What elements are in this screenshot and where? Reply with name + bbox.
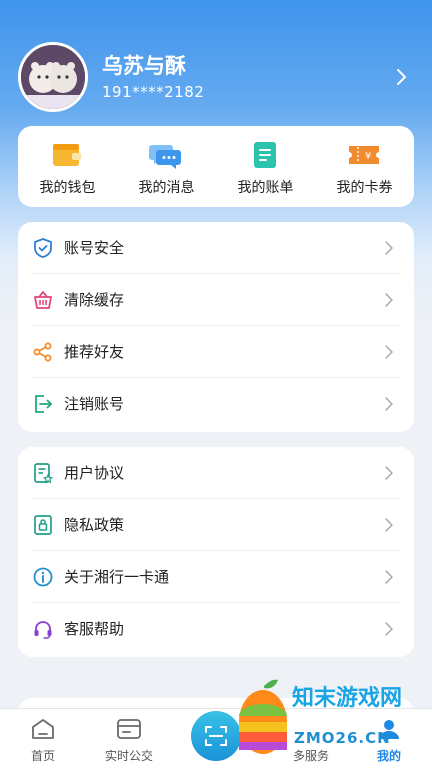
user-phone: 191****2182: [102, 83, 205, 101]
chevron-right-icon: [385, 518, 393, 532]
basket-icon: [34, 291, 52, 309]
shield-icon: [34, 238, 52, 258]
menu-item-recommend-friends[interactable]: 推荐好友: [18, 326, 414, 378]
bus-card-icon: [117, 719, 141, 739]
chevron-right-icon: [385, 622, 393, 636]
apple-logo-icon: [239, 679, 287, 754]
menu-item-label: 隐私政策: [64, 516, 125, 534]
menu-item-label: 账号安全: [64, 239, 125, 257]
wallet-icon: [53, 144, 81, 166]
messages-button[interactable]: 我的消息: [117, 126, 216, 207]
avatar-image: [21, 45, 85, 109]
chevron-right-icon: [385, 397, 393, 411]
coupon-icon: ¥: [349, 146, 379, 164]
menu-item-privacy-policy[interactable]: 隐私政策: [18, 499, 414, 551]
bills-button[interactable]: 我的账单: [216, 126, 315, 207]
menu-item-label: 推荐好友: [64, 343, 125, 361]
bills-label: 我的账单: [237, 180, 294, 196]
tab-label: 实时公交: [104, 749, 153, 763]
agreement-icon: [34, 463, 54, 484]
chevron-right-icon: [385, 570, 393, 584]
menu-item-clear-cache[interactable]: 清除缓存: [18, 274, 414, 326]
wallet-label: 我的钱包: [39, 180, 96, 196]
tab-realtime-bus[interactable]: 实时公交: [86, 709, 172, 769]
messages-label: 我的消息: [138, 180, 195, 196]
watermark-url: ZMO26.CN: [294, 729, 391, 747]
menu-item-label: 客服帮助: [64, 620, 125, 638]
chevron-right-icon: [385, 466, 393, 480]
menu-item-label: 关于湘行一卡通: [64, 568, 170, 586]
share-icon: [33, 342, 52, 362]
user-name: 乌苏与酥: [102, 54, 186, 78]
menu-item-label: 用户协议: [64, 464, 125, 482]
chevron-right-icon[interactable]: [390, 66, 412, 88]
profile-header[interactable]: 乌苏与酥 191****2182: [18, 42, 418, 112]
bill-icon: [254, 142, 276, 168]
privacy-icon: [34, 515, 52, 535]
message-icon: [149, 145, 181, 169]
menu-item-deregister-account[interactable]: 注销账号: [18, 378, 414, 430]
svg-text:¥: ¥: [365, 151, 371, 162]
menu-item-user-agreement[interactable]: 用户协议: [18, 447, 414, 499]
account-menu-card: 账号安全 清除缓存 推荐好友 注销账号: [18, 222, 414, 432]
coupons-button[interactable]: ¥ 我的卡券: [315, 126, 414, 207]
chevron-right-icon: [385, 293, 393, 307]
menu-item-about[interactable]: 关于湘行一卡通: [18, 551, 414, 603]
chevron-right-icon: [385, 345, 393, 359]
home-icon: [32, 719, 54, 739]
menu-item-label: 清除缓存: [64, 291, 125, 309]
about-menu-card: 用户协议 隐私政策 关于湘行一卡通 客服帮助: [18, 447, 414, 657]
headset-icon: [34, 621, 52, 639]
watermark-text: 知末游戏网: [292, 686, 403, 711]
menu-item-account-security[interactable]: 账号安全: [18, 222, 414, 274]
chevron-right-icon: [385, 241, 393, 255]
tab-label: 首页: [30, 749, 55, 763]
info-icon: [33, 567, 53, 587]
menu-item-label: 注销账号: [64, 395, 125, 413]
coupons-label: 我的卡券: [336, 180, 393, 196]
menu-item-customer-service[interactable]: 客服帮助: [18, 603, 414, 655]
wallet-button[interactable]: 我的钱包: [18, 126, 117, 207]
logout-icon: [35, 395, 52, 413]
watermark: 知末游戏网 ZMO26.CN: [230, 676, 432, 768]
avatar[interactable]: [18, 42, 88, 112]
tab-home[interactable]: 首页: [0, 709, 86, 769]
quick-actions-card: 我的钱包 我的消息 我的账单 ¥ 我的卡券: [18, 126, 414, 207]
